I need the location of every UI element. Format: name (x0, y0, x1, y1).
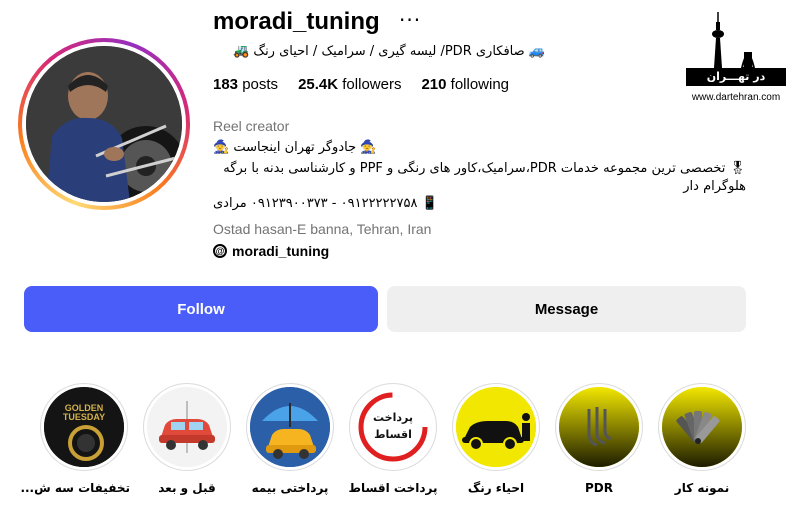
highlight-paint-restore[interactable]: احیاء رنگ (450, 383, 542, 495)
posts-count: 183 (213, 76, 239, 93)
avatar-border (22, 42, 186, 206)
watermark-title: در تهـــران (706, 70, 766, 83)
bio-line-2: 🎖 تخصصی ترین مجموعه خدمات PDR،سرامیک،کاو… (223, 161, 746, 194)
followers-count: 25.4K (298, 76, 339, 93)
highlight-label: پرداختی بیمه (251, 481, 329, 495)
watermark-url: www.dartehran.com (691, 92, 781, 103)
profile-avatar[interactable] (18, 38, 190, 210)
profile-location[interactable]: Ostad hasan-E banna, Tehran, Iran (213, 221, 431, 237)
highlight-label: نمونه کار (674, 481, 730, 495)
highlight-before-after[interactable]: قبل و بعد (141, 383, 233, 495)
profile-category: Reel creator (213, 118, 290, 134)
profile-stats: 183 posts 25.4K followers 210 following (213, 76, 509, 93)
highlight-insurance[interactable]: پرداختی بیمه (244, 383, 336, 495)
profile-username: moradi_tuning (213, 8, 380, 35)
threads-icon: @ (213, 244, 227, 258)
posts-label: posts (242, 76, 279, 93)
highlight-ring (246, 383, 334, 471)
highlight-ring (658, 383, 746, 471)
highlight-ring (555, 383, 643, 471)
highlight-ring: GOLDEN TUESDAY (40, 383, 128, 471)
threads-link[interactable]: @ moradi_tuning (213, 243, 329, 259)
message-button[interactable]: Message (387, 286, 746, 332)
insurance-umbrella-icon (250, 387, 330, 467)
highlight-portfolio[interactable]: نمونه کار (656, 383, 748, 495)
threads-handle: moradi_tuning (232, 243, 330, 259)
golden-tuesday-icon: GOLDEN TUESDAY (44, 387, 124, 467)
bio-line-3: 📱 ۰۹۱۲۲۲۲۲۷۵۸ - ۰۹۱۲۳۹۰۰۳۷۳ مرادی (213, 196, 438, 211)
highlight-label: قبل و بعد (158, 481, 216, 495)
bio-line-1: 🧙 جادوگر تهران اینجاست 🧙 (213, 140, 377, 155)
follow-button[interactable]: Follow (24, 286, 378, 332)
highlight-label: تخفیفات سه ش... (20, 481, 130, 495)
followers-label: followers (342, 76, 402, 93)
profile-tagline: 🚙 صافکاری PDR/ لیسه گیری / سرامیک / احیا… (233, 44, 545, 59)
following-label: following (450, 76, 510, 93)
highlight-ring (452, 383, 540, 471)
avatar-photo (26, 46, 182, 202)
more-options-icon[interactable]: ··· (399, 8, 421, 32)
avatar-photo-art (26, 46, 182, 202)
highlight-label: PDR (585, 481, 613, 495)
svg-text:TUESDAY: TUESDAY (63, 412, 105, 422)
highlight-ring (143, 383, 231, 471)
posts-stat[interactable]: 183 posts (213, 76, 278, 93)
dartehran-logo: در تهـــران www.dartehran.com (682, 12, 790, 108)
highlight-ring: پرداخت اقساط (349, 383, 437, 471)
highlight-installment[interactable]: پرداخت اقساط پرداخت اقساط (347, 383, 439, 495)
following-stat[interactable]: 210 following (421, 76, 509, 93)
highlight-label: احیاء رنگ (467, 481, 525, 495)
highlight-golden-tuesday[interactable]: GOLDEN TUESDAY تخفیفات سه ش... (20, 383, 130, 495)
followers-stat[interactable]: 25.4K followers (298, 76, 401, 93)
pdr-tools-icon (559, 387, 639, 467)
car-repair-icon (147, 387, 227, 467)
following-count: 210 (421, 76, 447, 93)
color-palette-icon (662, 387, 742, 467)
installment-stamp-text: پرداخت اقساط (373, 411, 413, 441)
car-polish-icon (456, 387, 536, 467)
highlight-pdr[interactable]: PDR (553, 383, 645, 495)
installment-stamp-icon: پرداخت اقساط (353, 387, 433, 467)
highlight-label: پرداخت اقساط (348, 481, 438, 495)
